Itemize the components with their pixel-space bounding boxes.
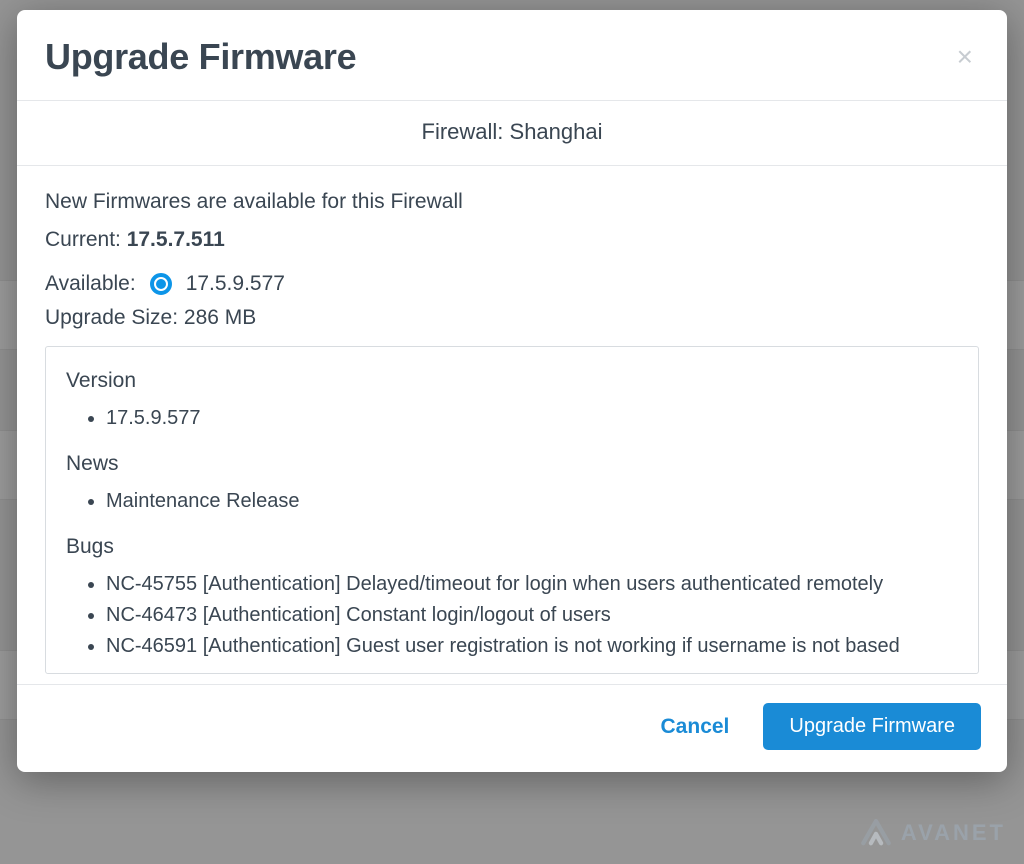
- upgrade-size-line: Upgrade Size: 286 MB: [45, 306, 979, 330]
- cancel-button[interactable]: Cancel: [653, 705, 738, 749]
- available-label: Available:: [45, 272, 136, 296]
- modal-title: Upgrade Firmware: [45, 36, 356, 78]
- available-version-radio[interactable]: [150, 273, 172, 295]
- available-version: 17.5.9.577: [186, 272, 285, 296]
- upgrade-firmware-button[interactable]: Upgrade Firmware: [763, 703, 981, 750]
- scroll-fade: [47, 659, 977, 673]
- list-item: NC-46591 [Authentication] Guest user reg…: [106, 631, 958, 662]
- notes-bugs-heading: Bugs: [66, 535, 958, 559]
- firewall-label: Firewall: Shanghai: [422, 119, 603, 144]
- modal-overlay: Upgrade Firmware × Firewall: Shanghai Ne…: [0, 0, 1024, 864]
- notes-news-heading: News: [66, 452, 958, 476]
- list-item: NC-46473 [Authentication] Constant login…: [106, 600, 958, 631]
- upgrade-firmware-modal: Upgrade Firmware × Firewall: Shanghai Ne…: [17, 10, 1007, 772]
- current-version-line: Current: 17.5.7.511: [45, 228, 979, 252]
- current-version: 17.5.7.511: [127, 228, 225, 251]
- firewall-name-bar: Firewall: Shanghai: [17, 101, 1007, 166]
- notes-version-heading: Version: [66, 369, 958, 393]
- available-version-row: Available: 17.5.9.577: [45, 272, 979, 296]
- notes-bugs-list: NC-45755 [Authentication] Delayed/timeou…: [66, 569, 958, 662]
- release-notes-box[interactable]: Version 17.5.9.577 News Maintenance Rele…: [45, 346, 979, 674]
- list-item: NC-45755 [Authentication] Delayed/timeou…: [106, 569, 958, 600]
- notes-version-list: 17.5.9.577: [66, 403, 958, 434]
- close-icon[interactable]: ×: [951, 39, 979, 75]
- list-item: 17.5.9.577: [106, 403, 958, 434]
- modal-footer: Cancel Upgrade Firmware: [17, 684, 1007, 772]
- notes-news-list: Maintenance Release: [66, 486, 958, 517]
- size-label: Upgrade Size:: [45, 306, 184, 329]
- modal-header: Upgrade Firmware ×: [17, 10, 1007, 101]
- size-value: 286 MB: [184, 306, 256, 329]
- list-item: Maintenance Release: [106, 486, 958, 517]
- current-label: Current:: [45, 228, 127, 251]
- available-heading: New Firmwares are available for this Fir…: [45, 190, 979, 214]
- modal-body: New Firmwares are available for this Fir…: [17, 166, 1007, 684]
